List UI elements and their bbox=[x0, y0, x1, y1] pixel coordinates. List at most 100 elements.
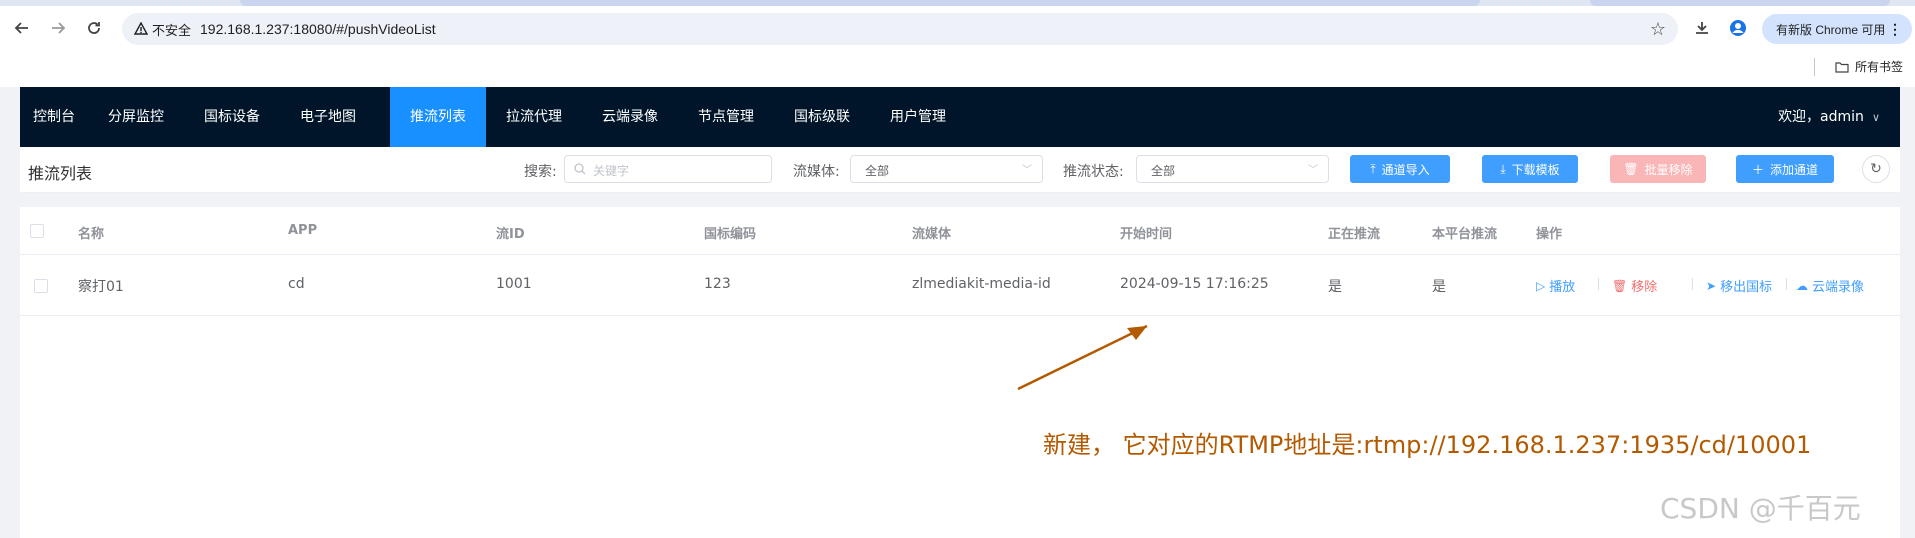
nav-item-gb-cascade[interactable]: 国标级联 bbox=[774, 87, 870, 147]
add-channel-button[interactable]: ＋ 添加通道 bbox=[1736, 155, 1834, 183]
annotation-arrow bbox=[1017, 324, 1148, 391]
all-bookmarks-button[interactable]: 所有书签 bbox=[1835, 58, 1903, 75]
media-select[interactable]: 全部 ﹀ bbox=[850, 155, 1043, 183]
trash-icon: 🗑 bbox=[1623, 162, 1639, 176]
back-icon[interactable] bbox=[10, 16, 34, 40]
browser-toolbar: 不安全 192.168.1.237:18080/#/pushVideoList … bbox=[0, 6, 1915, 50]
import-channel-button[interactable]: ⤒ 通道导入 bbox=[1350, 155, 1450, 183]
plus-icon: ＋ bbox=[1751, 162, 1764, 177]
nav-item-map[interactable]: 电子地图 bbox=[280, 87, 376, 147]
nav-item-nodes[interactable]: 节点管理 bbox=[678, 87, 774, 147]
batch-remove-label: 批量移除 bbox=[1644, 162, 1693, 177]
remove-gb-label: 移出国标 bbox=[1720, 280, 1773, 295]
add-button-label: 添加通道 bbox=[1770, 162, 1819, 177]
cell-pushing: 是 bbox=[1328, 279, 1342, 295]
address-bar[interactable]: 不安全 192.168.1.237:18080/#/pushVideoList … bbox=[122, 13, 1678, 45]
play-button[interactable]: ▷ 播放 bbox=[1536, 276, 1576, 296]
nav-item-gb-devices[interactable]: 国标设备 bbox=[184, 87, 280, 147]
security-chip[interactable]: 不安全 bbox=[130, 18, 197, 40]
send-icon: ➤ bbox=[1706, 278, 1717, 293]
chevron-down-icon: ﹀ bbox=[1308, 165, 1318, 176]
nav-item-split-monitor[interactable]: 分屏监控 bbox=[88, 87, 184, 147]
cell-media: zlmediakit-media-id bbox=[912, 276, 1051, 292]
cell-app: cd bbox=[288, 276, 305, 292]
kebab-menu-icon[interactable]: ⋮ bbox=[1888, 21, 1902, 38]
search-label: 搜索: bbox=[524, 164, 557, 180]
profile-icon[interactable] bbox=[1726, 16, 1750, 40]
forward-icon[interactable] bbox=[46, 16, 70, 40]
nav-item-push-list[interactable]: 推流列表 bbox=[390, 87, 486, 147]
batch-remove-button[interactable]: 🗑 批量移除 bbox=[1610, 155, 1706, 183]
bookmarks-divider bbox=[1814, 58, 1815, 76]
table-row[interactable]: 察打01 cd 1001 123 zlmediakit-media-id 202… bbox=[20, 255, 1900, 316]
folder-icon bbox=[1835, 61, 1849, 73]
column-header: 本平台推流 bbox=[1432, 227, 1498, 242]
reload-icon[interactable] bbox=[82, 16, 106, 40]
nav-item-console[interactable]: 控制台 bbox=[20, 87, 88, 147]
bookmark-star-icon[interactable]: ☆ bbox=[1650, 19, 1666, 40]
all-bookmarks-label: 所有书签 bbox=[1855, 60, 1904, 74]
play-icon: ▷ bbox=[1536, 278, 1546, 293]
cell-local-push: 是 bbox=[1432, 279, 1446, 295]
cell-start-time: 2024-09-15 17:16:25 bbox=[1120, 276, 1269, 292]
upload-icon: ⤒ bbox=[1370, 161, 1376, 176]
trash-icon: 🗑 bbox=[1612, 278, 1628, 293]
play-label: 播放 bbox=[1549, 280, 1576, 295]
action-divider bbox=[1786, 278, 1787, 290]
column-header: APP bbox=[288, 223, 318, 238]
column-header: 流媒体 bbox=[912, 227, 952, 242]
select-all-checkbox[interactable] bbox=[30, 224, 44, 238]
download-icon[interactable] bbox=[1690, 16, 1714, 40]
nav-item-pull-proxy[interactable]: 拉流代理 bbox=[486, 87, 582, 147]
download-template-button[interactable]: ⤓ 下载模板 bbox=[1482, 155, 1578, 183]
user-menu[interactable]: 欢迎，admin ∨ bbox=[1778, 87, 1880, 147]
action-divider bbox=[1692, 278, 1693, 290]
nav-item-users[interactable]: 用户管理 bbox=[870, 87, 966, 147]
url-text[interactable]: 192.168.1.237:18080/#/pushVideoList bbox=[200, 21, 436, 37]
top-navigation: 控制台 分屏监控 国标设备 电子地图 推流列表 拉流代理 云端录像 节点管理 国… bbox=[20, 87, 1900, 147]
row-checkbox[interactable] bbox=[34, 279, 48, 293]
media-label: 流媒体: bbox=[793, 164, 840, 180]
table-header: 名称 APP 流ID 国标编码 流媒体 开始时间 正在推流 本平台推流 操作 bbox=[20, 207, 1900, 255]
search-input[interactable]: 关键字 bbox=[564, 155, 772, 183]
cell-stream-id: 1001 bbox=[496, 276, 532, 292]
push-status-select[interactable]: 全部 ﹀ bbox=[1136, 155, 1329, 183]
remove-label: 移除 bbox=[1631, 280, 1658, 295]
cloud-icon: ☁ bbox=[1796, 278, 1808, 293]
column-header: 名称 bbox=[78, 227, 105, 242]
page-title: 推流列表 bbox=[28, 164, 93, 183]
push-stream-table: 名称 APP 流ID 国标编码 流媒体 开始时间 正在推流 本平台推流 操作 察… bbox=[20, 207, 1900, 538]
column-header: 开始时间 bbox=[1120, 227, 1173, 242]
chevron-down-icon: ∨ bbox=[1871, 111, 1880, 124]
welcome-text: 欢迎，admin bbox=[1778, 109, 1864, 125]
column-header: 国标编码 bbox=[704, 227, 757, 242]
chevron-down-icon: ﹀ bbox=[1022, 165, 1032, 176]
remove-gb-button[interactable]: ➤ 移出国标 bbox=[1706, 276, 1773, 296]
column-header: 流ID bbox=[496, 227, 525, 242]
security-label: 不安全 bbox=[152, 22, 192, 38]
push-status-value: 全部 bbox=[1151, 164, 1176, 178]
column-header: 操作 bbox=[1536, 227, 1563, 242]
push-status-label: 推流状态: bbox=[1063, 164, 1124, 180]
toolbar-header: 推流列表 搜索: 关键字 流媒体: 全部 ﹀ 推流状态: 全部 ﹀ ⤒ 通道导入 … bbox=[20, 147, 1900, 193]
nav-item-cloud-record[interactable]: 云端录像 bbox=[582, 87, 678, 147]
refresh-icon: ↻ bbox=[1870, 161, 1882, 177]
bookmarks-bar: 所有书签 bbox=[0, 50, 1915, 87]
download-icon: ⤓ bbox=[1500, 161, 1506, 176]
cloud-record-label: 云端录像 bbox=[1812, 280, 1865, 295]
refresh-button[interactable]: ↻ bbox=[1862, 155, 1890, 183]
chrome-update-button[interactable]: 有新版 Chrome 可用 ⋮ bbox=[1762, 14, 1912, 44]
import-button-label: 通道导入 bbox=[1381, 162, 1430, 177]
watermark: CSDN @千百元 bbox=[1660, 492, 1861, 525]
column-header: 正在推流 bbox=[1328, 227, 1381, 242]
warning-icon bbox=[134, 22, 148, 35]
remove-button[interactable]: 🗑 移除 bbox=[1612, 276, 1658, 296]
update-label: 有新版 Chrome 可用 bbox=[1776, 22, 1886, 37]
cell-gb-code: 123 bbox=[704, 276, 731, 292]
search-placeholder: 关键字 bbox=[593, 164, 630, 178]
annotation-text: 新建， 它对应的RTMP地址是:rtmp://192.168.1.237:193… bbox=[1043, 431, 1812, 459]
cell-name: 察打01 bbox=[78, 279, 124, 295]
cloud-record-button[interactable]: ☁ 云端录像 bbox=[1796, 276, 1865, 296]
action-divider bbox=[1598, 278, 1599, 290]
media-select-value: 全部 bbox=[865, 164, 890, 178]
